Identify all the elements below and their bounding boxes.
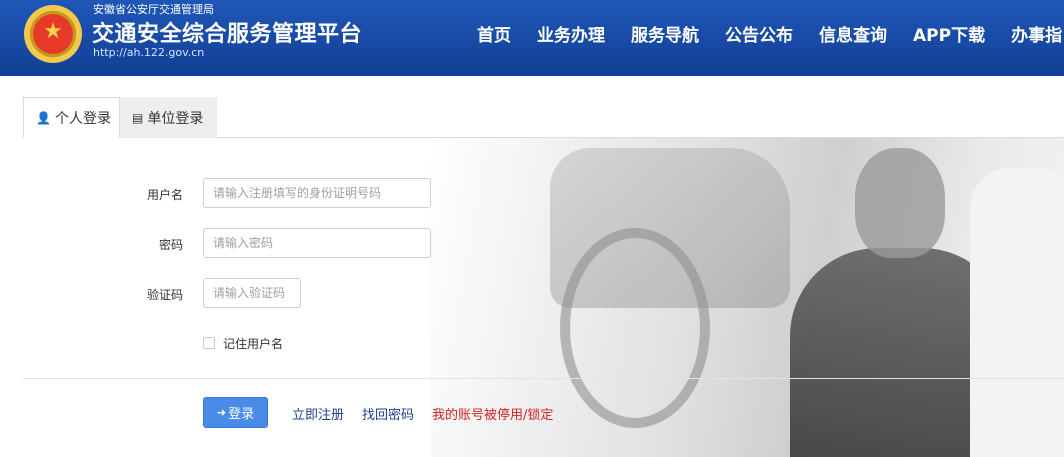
site-header: ★ 安徽省公安厅交通管理局 交通安全综合服务管理平台 http://ah.122… <box>0 0 1064 76</box>
tab-company-login[interactable]: ▤ 单位登录 <box>120 97 217 138</box>
remember-username-checkbox[interactable] <box>203 337 215 349</box>
account-locked-link[interactable]: 我的账号被停用/锁定 <box>432 404 553 423</box>
register-link[interactable]: 立即注册 <box>292 404 344 423</box>
password-label: 密码 <box>158 238 183 252</box>
nav-item-announcements[interactable]: 公告公布 <box>725 21 793 46</box>
remember-username-label[interactable]: 记住用户名 <box>223 335 283 352</box>
password-input[interactable] <box>203 228 431 258</box>
nav-item-guide[interactable]: 办事指 <box>1011 21 1062 46</box>
nav-item-inquiry[interactable]: 信息查询 <box>819 21 887 46</box>
login-tabs: 👤 个人登录 ▤ 单位登录 <box>23 97 1064 138</box>
tab-personal-label: 个人登录 <box>54 110 111 127</box>
username-label: 用户名 <box>146 188 183 202</box>
user-icon: 👤 <box>36 110 51 125</box>
organization-name: 安徽省公安厅交通管理局 <box>93 3 214 16</box>
nav-item-app-download[interactable]: APP下载 <box>913 21 985 46</box>
site-url: http://ah.122.gov.cn <box>93 46 205 59</box>
tab-personal-login[interactable]: 👤 个人登录 <box>23 97 120 138</box>
divider <box>23 378 1064 379</box>
sign-in-icon: ➜ <box>216 406 227 419</box>
captcha-label: 验证码 <box>146 288 183 302</box>
tab-company-label: 单位登录 <box>147 111 204 127</box>
login-button[interactable]: ➜ 登录 <box>203 397 268 428</box>
recover-password-link[interactable]: 找回密码 <box>362 404 414 423</box>
site-title[interactable]: 交通安全综合服务管理平台 <box>92 16 362 48</box>
nav-item-home[interactable]: 首页 <box>477 21 511 46</box>
nav-item-service-guide[interactable]: 服务导航 <box>631 21 699 46</box>
login-button-label: 登录 <box>228 407 255 422</box>
captcha-input[interactable] <box>203 278 301 308</box>
building-icon: ▤ <box>132 111 144 125</box>
main-nav: 首页 业务办理 服务导航 公告公布 信息查询 APP下载 办事指 <box>477 21 1064 46</box>
username-input[interactable] <box>203 178 431 208</box>
police-emblem-icon: ★ <box>24 5 82 63</box>
nav-item-business[interactable]: 业务办理 <box>537 21 605 46</box>
